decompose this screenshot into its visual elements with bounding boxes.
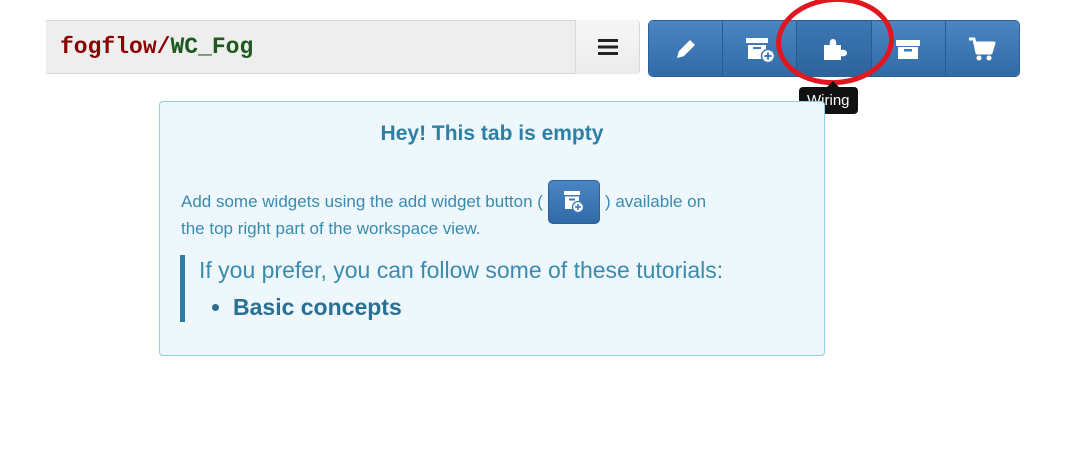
workspace-owner[interactable]: fogflow: [60, 34, 157, 60]
add-widget-icon: [563, 191, 585, 214]
workspace-path-bar: fogflow/WC_Fog: [46, 20, 640, 74]
workspace-menu-button[interactable]: [575, 20, 639, 74]
workspace-name[interactable]: WC_Fog: [170, 34, 253, 60]
instruction-text-after: ) available on: [604, 192, 707, 211]
instruction-text-before: Add some widgets using the add widget bu…: [181, 192, 543, 211]
path-separator: /: [156, 34, 171, 60]
edit-button[interactable]: [649, 21, 724, 76]
archive-icon: [896, 39, 921, 59]
workspace-path: fogflow/WC_Fog: [60, 34, 253, 60]
alert-instruction-line1: Add some widgets using the add widget bu…: [181, 180, 706, 224]
marketplace-button[interactable]: [945, 21, 1019, 76]
tutorials-blockquote: If you prefer, you can follow some of th…: [180, 255, 723, 322]
alert-instruction-line2: the top right part of the workspace view…: [181, 219, 481, 238]
hamburger-icon: [597, 39, 618, 55]
tutorials-list: Basic concepts: [199, 294, 723, 321]
empty-tab-alert: Hey! This tab is empty Add some widgets …: [159, 101, 825, 356]
add-widget-icon: [745, 37, 776, 63]
pencil-icon: [676, 39, 695, 58]
inline-add-widget-button[interactable]: [547, 180, 600, 224]
alert-title: Hey! This tab is empty: [380, 122, 604, 145]
cart-icon: [969, 37, 996, 60]
tutorials-intro: If you prefer, you can follow some of th…: [199, 257, 724, 283]
tutorial-link-basic-concepts[interactable]: Basic concepts: [233, 294, 723, 321]
